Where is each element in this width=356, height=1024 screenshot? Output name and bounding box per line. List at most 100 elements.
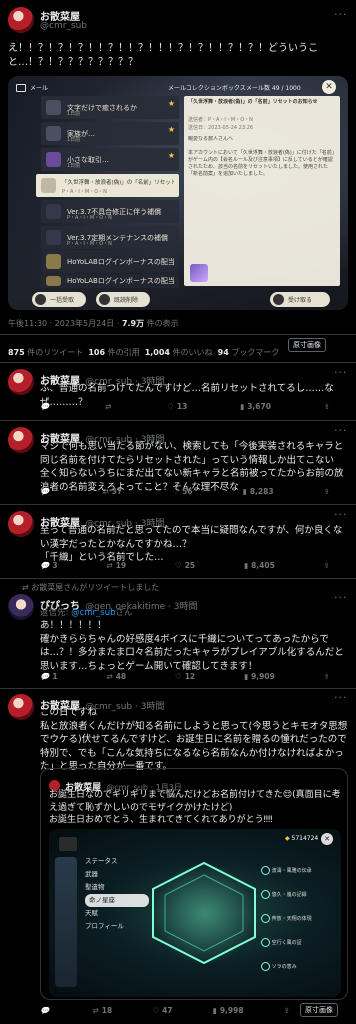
- mail-item[interactable]: HoYoLABログインボーナスの配当: [41, 250, 179, 273]
- divider: [0, 334, 356, 335]
- avatar[interactable]: [8, 594, 34, 620]
- quotes-stat[interactable]: 106 件の引用: [88, 348, 139, 357]
- views-button[interactable]: ▮ 3,670: [240, 402, 271, 411]
- reply-to-link[interactable]: @cmr_sub: [71, 608, 115, 618]
- quoted-tweet[interactable]: お散菜屋 @cmr_sub · 1月3日 お誕生日なのでギリギリまで悩んだけどお…: [40, 768, 348, 1000]
- node-icon: [261, 866, 270, 875]
- share-button[interactable]: ⇪: [324, 402, 330, 411]
- like-button[interactable]: ♡ 12: [175, 672, 195, 681]
- reply-button[interactable]: 💬 3: [40, 561, 58, 570]
- mail-item-selected[interactable]: 「久世浮舞・放浪者(偽)」の「名前」リセットのお知らせP・A・I・M・O・N: [36, 174, 179, 197]
- views-button[interactable]: ▮ 9,998: [213, 1006, 244, 1015]
- avatar[interactable]: [8, 694, 34, 720]
- menu-item-talent[interactable]: 天賦: [85, 907, 149, 920]
- menu-item-artifact[interactable]: 聖遺物: [85, 881, 149, 894]
- quoted-image[interactable]: ◆ 5714724 ✕ ステータス 武器 聖遺物 命ノ星座 天賦 プロフィール …: [49, 829, 341, 997]
- menu-item-status[interactable]: ステータス: [85, 855, 149, 868]
- views-button[interactable]: ▮ 8,405: [244, 561, 275, 570]
- share-button[interactable]: ⇪: [324, 561, 330, 570]
- collect-all-button[interactable]: 一括受取: [32, 292, 86, 307]
- views-button[interactable]: ▮ 8,283: [243, 487, 274, 496]
- retweet-note: ⇄ お散菜屋さんがリツイートしました: [22, 583, 160, 592]
- menu-item-constellation[interactable]: 命ノ星座: [85, 894, 149, 907]
- reply-icon: 💬: [40, 402, 50, 411]
- more-options-icon[interactable]: ···: [334, 424, 348, 437]
- star-icon: ★: [167, 99, 175, 108]
- mail-item[interactable]: 文字だけで癒されるか 1日前 ★: [41, 96, 179, 119]
- delete-icon: [99, 294, 110, 305]
- constellation-hexagon: [152, 861, 256, 965]
- share-button[interactable]: ⇪: [324, 487, 330, 496]
- view-count: 7.9万: [121, 319, 145, 328]
- heart-icon: ♡: [174, 672, 182, 681]
- retweet-button[interactable]: ⇄ 37: [102, 487, 122, 496]
- original-image-button[interactable]: 原寸画像: [300, 1003, 338, 1017]
- bookmarks-stat[interactable]: 94 ブックマーク: [218, 348, 280, 357]
- heart-icon: ♡: [174, 561, 182, 570]
- like-button[interactable]: ♡ 25: [175, 561, 195, 570]
- retweet-button[interactable]: ⇄ 19: [106, 561, 126, 570]
- constellation-list: 波濤・風雅の伝承 悠久・嵐の記録 奔放・天翔の体現 空行く風の証 ソラの恵み: [261, 859, 337, 979]
- retweet-button[interactable]: ⇄ 48: [106, 672, 126, 681]
- avatar[interactable]: [8, 369, 34, 395]
- constellation-node[interactable]: 奔放・天翔の体現: [261, 907, 337, 931]
- mail-thumb-icon: [46, 230, 61, 245]
- like-button[interactable]: ♡ 56: [172, 487, 192, 496]
- more-options-icon[interactable]: ···: [334, 691, 348, 704]
- menu-item-weapon[interactable]: 武器: [85, 868, 149, 881]
- node-icon: [261, 914, 270, 923]
- share-icon: ⇪: [323, 672, 330, 681]
- close-icon[interactable]: ✕: [322, 80, 336, 94]
- reply-button[interactable]: 💬: [40, 402, 52, 411]
- tweet-image[interactable]: メール メールコレクションボックス メール数 49 / 1000 ✕ 文字だけで…: [8, 76, 348, 310]
- divider: [0, 504, 356, 505]
- quoted-text: お誕生日なのでギリギリまで悩んだけどお名前付けてきた😌(真面目に考え過ぎて恥ずか…: [49, 790, 341, 825]
- constellation-node[interactable]: 空行く風の証: [261, 931, 337, 955]
- close-icon[interactable]: ✕: [321, 833, 333, 845]
- like-button[interactable]: ♡ 13: [167, 402, 187, 411]
- more-options-icon[interactable]: ···: [334, 591, 348, 604]
- reply-button[interactable]: 💬: [40, 487, 52, 496]
- share-button[interactable]: ⇪: [324, 672, 330, 681]
- side-menu: ステータス 武器 聖遺物 命ノ星座 天賦 プロフィール: [85, 855, 149, 933]
- delete-read-button[interactable]: 既読削除: [96, 292, 150, 307]
- star-icon: ★: [167, 125, 175, 134]
- mail-item[interactable]: 小さな取引… 1日前 ★: [41, 148, 179, 171]
- receive-button[interactable]: 受け取る: [270, 292, 330, 307]
- share-icon: ⇪: [323, 402, 330, 411]
- mail-detail-from: 送信者：P・A・I・M・O・N: [188, 117, 253, 123]
- avatar[interactable]: [8, 7, 34, 33]
- reply-button[interactable]: 💬: [40, 1006, 52, 1015]
- like-button[interactable]: ♡ 47: [152, 1006, 172, 1015]
- avatar[interactable]: [8, 427, 34, 453]
- node-icon: [261, 890, 270, 899]
- mail-item[interactable]: HoYoLABログインボーナスの配当: [41, 274, 179, 288]
- more-options-icon[interactable]: ···: [334, 8, 348, 21]
- views-icon: ▮: [242, 487, 247, 496]
- reply-button[interactable]: 💬 1: [40, 672, 58, 681]
- mail-item[interactable]: Ver.3.7定期メンテナンスの補償 P・A・I・M・O・N: [41, 226, 179, 249]
- share-button[interactable]: ⇪: [284, 1006, 290, 1015]
- mail-item[interactable]: Ver.3.7不具合修正に伴う補償 P・A・I・M・O・N: [41, 200, 179, 223]
- menu-item-profile[interactable]: プロフィール: [85, 920, 149, 933]
- constellation-node[interactable]: ソラの恵み: [261, 955, 337, 979]
- action-bar: 💬 ⇄ 37 ♡ 56 ▮ 8,283 ⇪: [40, 487, 330, 496]
- author-handle[interactable]: @cmr_sub: [40, 21, 87, 31]
- more-options-icon[interactable]: ···: [334, 508, 348, 521]
- retweet-button[interactable]: ⇄ 18: [92, 1006, 112, 1015]
- reply-icon: 💬: [40, 487, 50, 496]
- attachment-item[interactable]: [190, 264, 208, 282]
- retweets-stat[interactable]: 875 件のリツイート: [8, 348, 83, 357]
- avatar[interactable]: [8, 511, 34, 537]
- likes-stat[interactable]: 1,004 件のいいね: [145, 348, 213, 357]
- views-button[interactable]: ▮ 9,909: [244, 672, 275, 681]
- constellation-node[interactable]: 波濤・風雅の伝承: [261, 859, 337, 883]
- mail-thumb-icon: [46, 126, 61, 141]
- retweet-button[interactable]: ⇄: [105, 402, 114, 411]
- more-options-icon[interactable]: ···: [334, 366, 348, 379]
- constellation-node[interactable]: 悠久・嵐の記録: [261, 883, 337, 907]
- mail-thumb-icon: [46, 254, 61, 269]
- mail-item[interactable]: 家族が… 1日前 ★: [41, 122, 179, 145]
- original-image-button[interactable]: 原寸画像: [288, 338, 326, 352]
- tweet-stats: 875 件のリツイート 106 件の引用 1,004 件のいいね 94 ブックマ…: [8, 347, 279, 358]
